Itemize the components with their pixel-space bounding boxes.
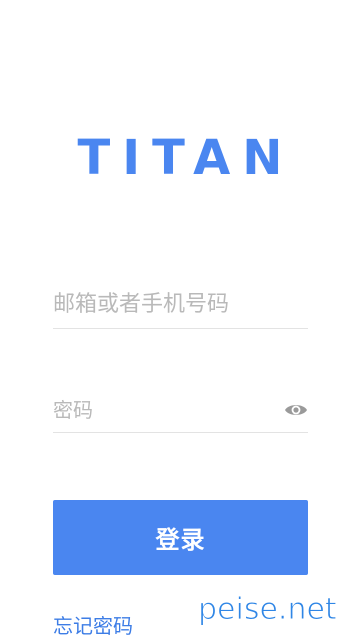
watermark-logo: peise.net (198, 592, 338, 628)
login-button[interactable]: 登录 (53, 500, 308, 575)
svg-text:peise.net: peise.net (198, 592, 337, 627)
account-field (53, 282, 308, 329)
app-logo: TITAN (77, 130, 295, 186)
password-field (53, 390, 308, 433)
eye-icon[interactable] (284, 398, 308, 422)
password-input[interactable] (53, 390, 273, 430)
account-input[interactable] (53, 282, 308, 326)
forgot-password-link[interactable]: 忘记密码 (53, 612, 133, 640)
